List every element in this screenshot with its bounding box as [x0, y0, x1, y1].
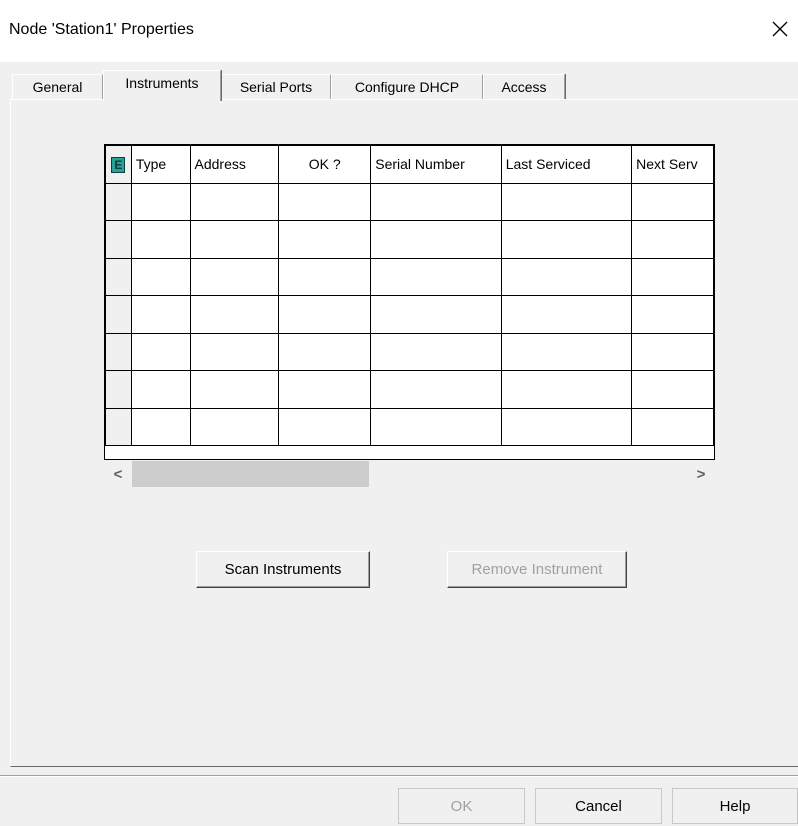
table-cell[interactable] [370, 182, 502, 221]
table-row[interactable] [105, 182, 714, 221]
tab-label: Serial Ports [239, 79, 313, 95]
tab-serial-ports[interactable]: Serial Ports [221, 74, 331, 100]
table-cell[interactable] [189, 295, 280, 334]
table-cell[interactable] [189, 370, 280, 409]
tab-label: Instruments [125, 75, 199, 91]
table-cell[interactable] [189, 220, 280, 259]
grid-corner[interactable]: E [105, 145, 132, 184]
table-cell[interactable] [370, 220, 502, 259]
table-cell[interactable] [370, 407, 502, 446]
table-row[interactable] [105, 295, 714, 334]
table-cell[interactable] [631, 257, 714, 296]
close-icon [772, 21, 788, 41]
table-cell[interactable] [631, 407, 714, 446]
row-header[interactable] [105, 220, 132, 259]
table-row[interactable] [105, 407, 714, 446]
table-cell[interactable] [500, 407, 633, 446]
table-row[interactable] [105, 220, 714, 259]
scroll-left-button[interactable]: < [104, 460, 132, 488]
table-row[interactable] [105, 332, 714, 371]
title-bar: Node 'Station1' Properties [0, 0, 798, 62]
row-header[interactable] [105, 295, 132, 334]
button-label: Help [719, 797, 751, 815]
table-cell[interactable] [278, 370, 372, 409]
row-header[interactable] [105, 182, 132, 221]
table-cell[interactable] [370, 332, 502, 371]
close-button[interactable] [764, 14, 796, 48]
table-cell[interactable] [500, 332, 633, 371]
row-header[interactable] [105, 332, 132, 371]
ok-button[interactable]: OK [398, 788, 525, 824]
column-header-ok[interactable]: OK ? [278, 145, 372, 184]
table-cell[interactable] [370, 257, 502, 296]
tab-configure-dhcp[interactable]: Configure DHCP [331, 74, 483, 100]
table-cell[interactable] [130, 220, 191, 259]
table-cell[interactable] [189, 332, 280, 371]
horizontal-scrollbar[interactable]: < > [104, 460, 715, 488]
tab-label: General [32, 79, 83, 95]
table-cell[interactable] [189, 257, 280, 296]
table-cell[interactable] [278, 257, 372, 296]
row-header[interactable] [105, 257, 132, 296]
table-cell[interactable] [189, 407, 280, 446]
table-cell[interactable] [130, 370, 191, 409]
button-label: Remove Instrument [471, 561, 603, 578]
table-cell[interactable] [631, 220, 714, 259]
table-cell[interactable] [370, 295, 502, 334]
row-header[interactable] [105, 370, 132, 409]
table-cell[interactable] [500, 295, 633, 334]
table-cell[interactable] [189, 182, 280, 221]
chevron-right-icon: > [696, 465, 706, 483]
table-cell[interactable] [500, 257, 633, 296]
button-label: Scan Instruments [224, 561, 342, 578]
row-header[interactable] [105, 407, 132, 446]
table-cell[interactable] [278, 220, 372, 259]
grid-corner-icon: E [111, 156, 126, 173]
table-cell[interactable] [130, 295, 191, 334]
help-button[interactable]: Help [672, 788, 798, 824]
tab-general[interactable]: General [12, 74, 103, 100]
tab-label: Configure DHCP [354, 79, 460, 95]
instruments-grid[interactable]: E Type Address OK ? Serial Number Last S… [104, 144, 715, 460]
table-cell[interactable] [631, 332, 714, 371]
tab-instruments[interactable]: Instruments [103, 70, 221, 101]
table-cell[interactable] [631, 182, 714, 221]
table-cell[interactable] [500, 370, 633, 409]
cancel-button[interactable]: Cancel [535, 788, 662, 824]
button-label: Cancel [575, 797, 622, 815]
table-cell[interactable] [278, 295, 372, 334]
table-cell[interactable] [130, 182, 191, 221]
column-header-serial-number[interactable]: Serial Number [370, 145, 502, 184]
remove-instrument-button[interactable]: Remove Instrument [447, 551, 627, 588]
table-cell[interactable] [500, 220, 633, 259]
table-cell[interactable] [278, 182, 372, 221]
table-cell[interactable] [500, 182, 633, 221]
table-row[interactable] [105, 257, 714, 296]
table-cell[interactable] [130, 407, 191, 446]
window-title: Node 'Station1' Properties [9, 21, 194, 38]
table-cell[interactable] [631, 370, 714, 409]
footer-separator [0, 775, 798, 777]
scroll-thumb[interactable] [132, 461, 369, 487]
table-row[interactable] [105, 370, 714, 409]
tab-label: Access [501, 79, 547, 95]
table-cell[interactable] [278, 332, 372, 371]
table-cell[interactable] [278, 407, 372, 446]
column-header-next-serviced[interactable]: Next Serv [631, 145, 714, 184]
table-cell[interactable] [370, 370, 502, 409]
tab-access[interactable]: Access [483, 74, 565, 100]
table-cell[interactable] [130, 332, 191, 371]
column-header-address[interactable]: Address [189, 145, 280, 184]
chevron-left-icon: < [113, 465, 123, 483]
table-cell[interactable] [130, 257, 191, 296]
column-header-last-serviced[interactable]: Last Serviced [500, 145, 633, 184]
column-header-type[interactable]: Type [130, 145, 191, 184]
button-label: OK [450, 797, 473, 815]
table-cell[interactable] [631, 295, 714, 334]
grid-header-row: E Type Address OK ? Serial Number Last S… [105, 145, 714, 184]
scan-instruments-button[interactable]: Scan Instruments [196, 551, 370, 588]
scroll-right-button[interactable]: > [687, 460, 715, 488]
